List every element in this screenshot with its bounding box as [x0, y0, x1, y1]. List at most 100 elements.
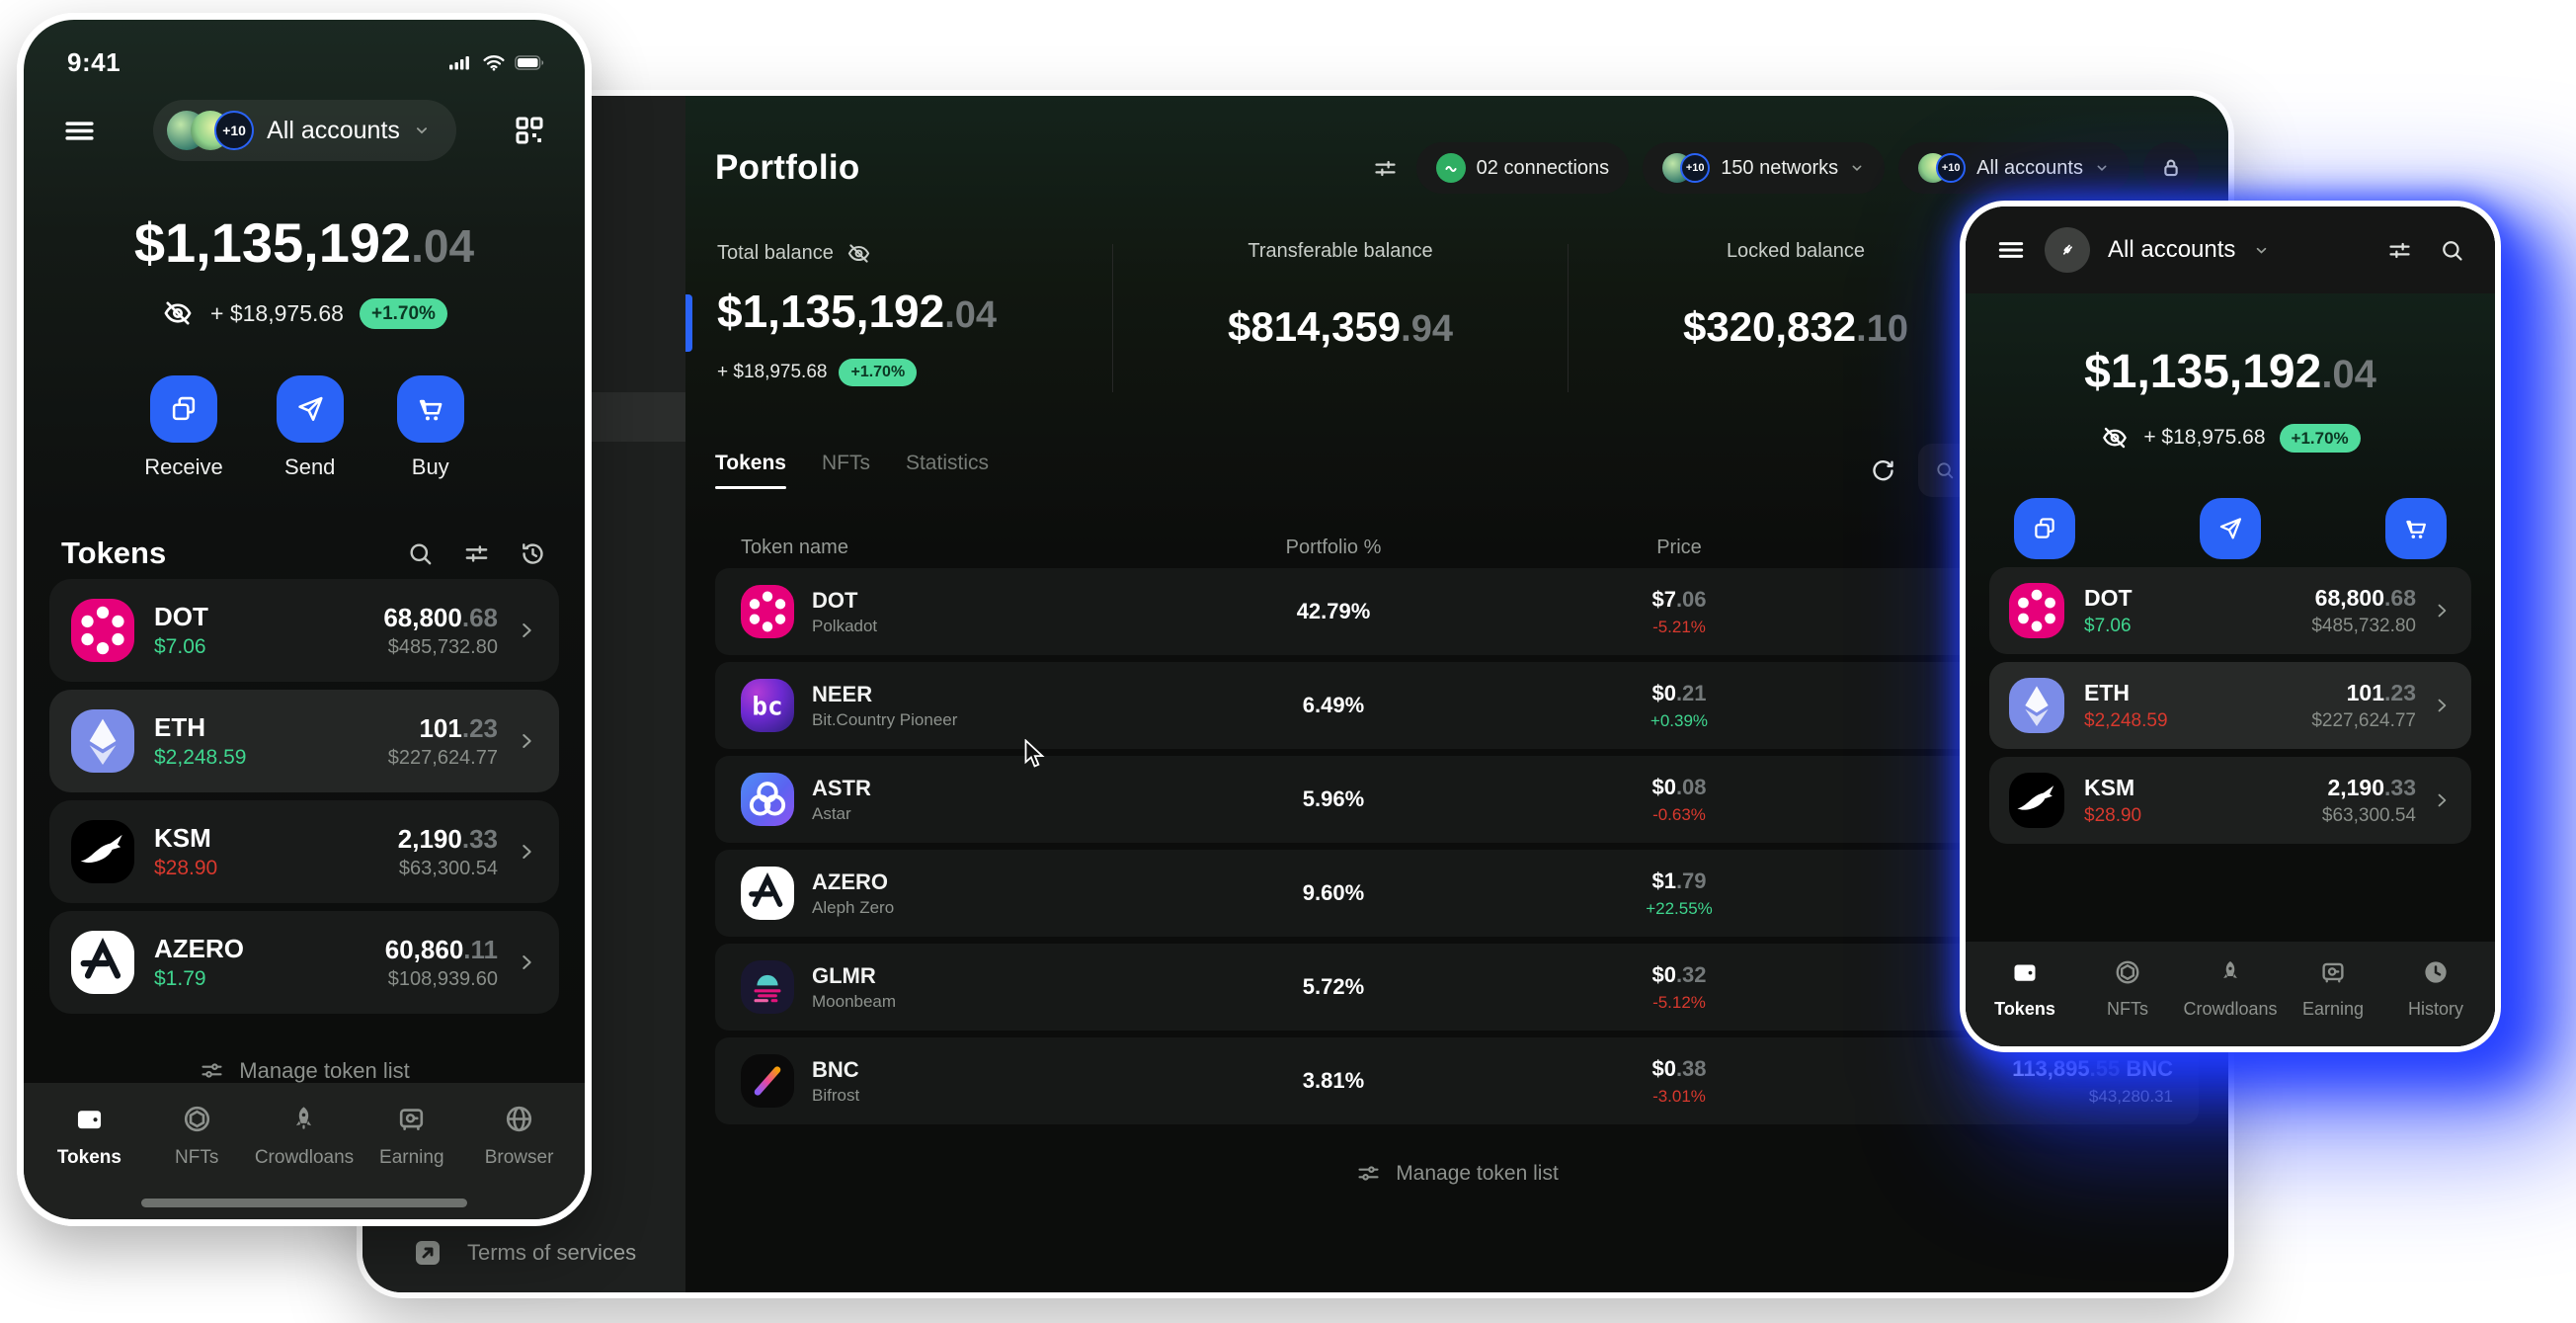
- history-icon[interactable]: [519, 539, 547, 568]
- token-row-eth[interactable]: ETH $2,248.59 101.23 $227,624.77: [49, 690, 559, 792]
- token-network: Moonbeam: [812, 993, 896, 1010]
- sidebar-item-terms[interactable]: Terms of services: [412, 1237, 636, 1269]
- chevron-down-icon: [1849, 160, 1865, 176]
- locked-balance-card: Locked balance $320,832.10: [1569, 240, 2023, 351]
- portfolio-percent: 5.96%: [1166, 786, 1501, 812]
- token-network: Bifrost: [812, 1087, 859, 1104]
- manage-token-list-button[interactable]: Manage token list: [24, 1057, 585, 1084]
- price-change: -5.21%: [1501, 618, 1857, 637]
- eye-off-icon[interactable]: [845, 240, 872, 267]
- dot-logo-icon: [741, 585, 794, 638]
- eye-off-icon[interactable]: [2100, 423, 2130, 453]
- connections-status-icon: [1436, 153, 1466, 183]
- account-avatars: +10: [1918, 153, 1966, 183]
- search-icon[interactable]: [2439, 237, 2465, 264]
- token-symbol: ETH: [2084, 682, 2168, 704]
- portfolio-percent: 3.81%: [1166, 1068, 1501, 1094]
- manage-token-list-label: Manage token list: [239, 1058, 409, 1084]
- balance-change-badge: +1.70%: [2280, 424, 2361, 453]
- price-change: -0.63%: [1501, 805, 1857, 825]
- dot-logo-icon: [2009, 583, 2064, 638]
- token-row-azero[interactable]: AZERO $1.79 60,860.11 $108,939.60: [49, 911, 559, 1014]
- manage-token-list-button[interactable]: Manage token list: [715, 1160, 2199, 1187]
- refresh-icon[interactable]: [1870, 457, 1896, 484]
- filter-icon[interactable]: [2386, 237, 2413, 264]
- account-avatars: +10: [167, 111, 254, 150]
- account-label: All accounts: [267, 117, 400, 145]
- buy-action[interactable]: Buy: [397, 375, 464, 480]
- rocket-icon: [287, 1103, 320, 1135]
- connections-pill[interactable]: 02 connections: [1416, 142, 1630, 194]
- portfolio-percent: 9.60%: [1166, 880, 1501, 906]
- nav-earning[interactable]: Earning: [2282, 957, 2384, 1046]
- qr-scan-icon[interactable]: [512, 113, 547, 148]
- receive-button[interactable]: [2014, 498, 2075, 559]
- receive-action[interactable]: Receive: [144, 375, 222, 480]
- token-row-dot[interactable]: DOT $7.06 68,800.68 $485,732.80: [49, 579, 559, 682]
- networks-pill[interactable]: +10 150 networks: [1643, 142, 1885, 194]
- sidebar-item-label: Terms of services: [467, 1240, 636, 1266]
- tab-nfts[interactable]: NFTs: [822, 452, 870, 489]
- lock-icon: [2158, 155, 2184, 181]
- nav-tokens[interactable]: Tokens: [36, 1103, 143, 1219]
- token-price: $0.21: [1501, 681, 1857, 706]
- buy-button[interactable]: [2385, 498, 2447, 559]
- nav-nfts[interactable]: NFTs: [2076, 957, 2179, 1046]
- token-usd-value: $108,939.60: [385, 969, 498, 989]
- token-row-eth[interactable]: ETH $2,248.59 101.23 $227,624.77: [1989, 662, 2471, 749]
- chevron-right-icon: [2432, 790, 2452, 810]
- transferable-balance-value: $814,359.94: [1113, 304, 1568, 351]
- desktop-window: Contact Terms of services Portfolio: [357, 90, 2234, 1298]
- external-link-icon: [412, 1237, 443, 1269]
- token-price: $28.90: [2084, 806, 2141, 825]
- token-symbol: DOT: [812, 590, 877, 612]
- token-price: $7.06: [2084, 617, 2133, 635]
- manage-token-list-label: Manage token list: [1396, 1162, 1559, 1186]
- token-price: $7.06: [1501, 587, 1857, 613]
- accounts-pill[interactable]: +10 All accounts: [1898, 142, 2130, 194]
- tab-tokens[interactable]: Tokens: [715, 452, 786, 489]
- connections-label: 02 connections: [1477, 157, 1610, 180]
- right-phone-window: All accounts $1,135,192.04: [1960, 201, 2501, 1052]
- astr-logo-icon: [741, 773, 794, 826]
- col-price: Price: [1501, 537, 1857, 559]
- token-row-ksm[interactable]: KSM $28.90 2,190.33 $63,300.54: [1989, 757, 2471, 844]
- balance-change-badge: +1.70%: [839, 359, 917, 386]
- vault-icon: [2318, 957, 2348, 987]
- total-balance-value: $1,135,192.04: [24, 210, 585, 275]
- filter-icon[interactable]: [462, 539, 491, 568]
- lock-button[interactable]: [2143, 142, 2199, 194]
- token-row-dot[interactable]: DOT $7.06 68,800.68 $485,732.80: [1989, 567, 2471, 654]
- nav-browser[interactable]: Browser: [465, 1103, 573, 1219]
- col-portfolio: Portfolio %: [1166, 537, 1501, 559]
- token-price: $2,248.59: [154, 747, 246, 768]
- token-usd-value: $63,300.54: [2322, 806, 2416, 825]
- receive-label: Receive: [144, 455, 222, 480]
- total-balance-value: $1,135,192.04: [717, 287, 1112, 337]
- balance-change-amount: + $18,975.68: [717, 362, 827, 383]
- table-row[interactable]: BNC Bifrost 3.81% $0.38 -3.01% 113,895.5…: [715, 1037, 2199, 1124]
- menu-icon[interactable]: [61, 113, 98, 149]
- token-row-ksm[interactable]: KSM $28.90 2,190.33 $63,300.54: [49, 800, 559, 903]
- account-label: All accounts: [2108, 236, 2235, 264]
- account-avatar[interactable]: [2045, 227, 2090, 273]
- account-switcher[interactable]: +10 All accounts: [153, 100, 456, 161]
- nav-crowdloans[interactable]: Crowdloans: [2179, 957, 2282, 1046]
- search-icon[interactable]: [406, 539, 435, 568]
- send-action[interactable]: Send: [277, 375, 344, 480]
- menu-icon[interactable]: [1995, 234, 2027, 266]
- accounts-label: All accounts: [1976, 157, 2083, 180]
- token-price: $0.38: [1501, 1056, 1857, 1082]
- send-icon: [294, 393, 326, 425]
- transferable-balance-label: Transferable balance: [1113, 240, 1568, 263]
- filter-icon[interactable]: [1372, 155, 1399, 182]
- left-phone-window: 9:41 +10: [17, 13, 592, 1226]
- tab-statistics[interactable]: Statistics: [906, 452, 989, 489]
- nav-history[interactable]: History: [2384, 957, 2487, 1046]
- nav-tokens[interactable]: Tokens: [1973, 957, 2076, 1046]
- accent-bar: [685, 294, 692, 352]
- send-button[interactable]: [2200, 498, 2261, 559]
- locked-balance-label: Locked balance: [1569, 240, 2023, 263]
- eye-off-icon[interactable]: [161, 296, 195, 330]
- col-token-name: Token name: [741, 537, 1166, 559]
